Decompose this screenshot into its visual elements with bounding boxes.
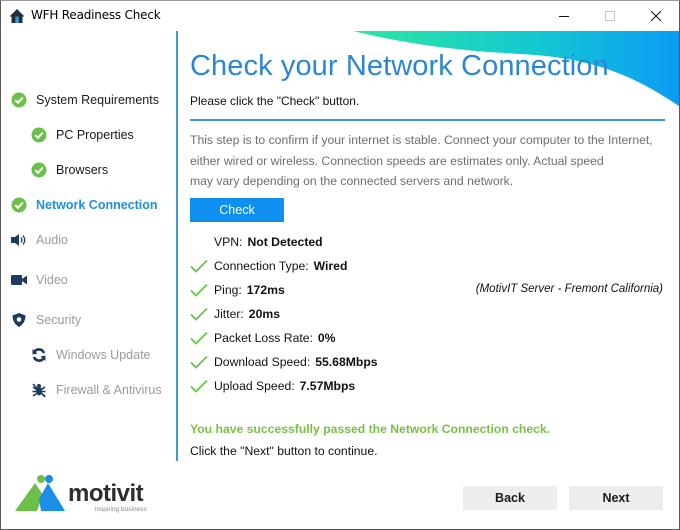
check-circle-icon xyxy=(30,161,48,179)
result-value: 172ms xyxy=(246,283,285,297)
sidebar-divider xyxy=(176,31,178,461)
sidebar-item-label: Security xyxy=(36,313,82,327)
server-location-note: (MotivIT Server - Fremont California) xyxy=(475,283,663,295)
logo-tagline: inspiring business xyxy=(95,506,147,513)
sidebar-item-label: Network Connection xyxy=(36,198,158,212)
window-title: WFH Readiness Check xyxy=(31,8,161,22)
sidebar-item-label: Firewall & Antivirus xyxy=(56,383,162,397)
checkmark-icon xyxy=(190,376,214,396)
check-circle-icon xyxy=(30,126,48,144)
result-value: 20ms xyxy=(248,307,280,321)
result-label: Packet Loss Rate: xyxy=(214,331,313,345)
description-line: This step is to confirm if your internet… xyxy=(190,133,653,147)
result-ping: Ping: 172ms xyxy=(190,280,285,300)
result-label: VPN: xyxy=(214,235,243,249)
result-value: 7.57Mbps xyxy=(299,379,356,393)
next-button[interactable]: Next xyxy=(569,486,663,510)
maximize-button[interactable] xyxy=(587,1,633,31)
sidebar-item-label: Browsers xyxy=(56,163,109,177)
speaker-icon xyxy=(10,231,28,249)
sidebar-item-label: Video xyxy=(36,273,68,287)
result-connection-type: Connection Type: Wired xyxy=(190,256,347,276)
video-camera-icon xyxy=(10,271,28,289)
check-button[interactable]: Check xyxy=(190,198,284,222)
description: This step is to confirm if your internet… xyxy=(190,130,670,192)
result-value: 55.68Mbps xyxy=(315,355,378,369)
sidebar-item-browsers[interactable]: Browsers xyxy=(30,161,108,179)
check-circle-icon xyxy=(10,91,28,109)
page-subtitle: Please click the "Check" button. xyxy=(190,94,360,108)
sidebar-item-windows-update[interactable]: Windows Update xyxy=(30,346,151,364)
result-label: Jitter: xyxy=(214,307,244,321)
success-message: You have successfully passed the Network… xyxy=(190,422,551,436)
close-icon xyxy=(650,10,662,22)
logo-brand: motivit xyxy=(68,480,144,507)
result-label: Ping: xyxy=(214,283,242,297)
motivit-logo: motivit inspiring business xyxy=(11,471,161,515)
next-hint: Click the "Next" button to continue. xyxy=(190,444,378,458)
checkmark-icon xyxy=(190,280,214,300)
result-label: Connection Type: xyxy=(214,259,309,273)
result-label: Download Speed: xyxy=(214,355,311,369)
sidebar-item-audio[interactable]: Audio xyxy=(10,231,68,249)
result-value: Not Detected xyxy=(247,235,323,249)
result-download-speed: Download Speed: 55.68Mbps xyxy=(190,352,378,372)
sidebar-item-firewall-antivirus[interactable]: Firewall & Antivirus xyxy=(30,381,162,399)
wfh-readiness-window: WFH Readiness Check System Requirements … xyxy=(0,0,680,530)
title-bar: WFH Readiness Check xyxy=(1,1,679,31)
sidebar-item-label: System Requirements xyxy=(36,93,159,107)
description-line: either wired or wireless. Connection spe… xyxy=(190,153,604,168)
description-line: may vary depending on the connected serv… xyxy=(190,174,514,188)
sidebar-item-label: Audio xyxy=(36,233,68,247)
result-vpn: VPN: Not Detected xyxy=(190,232,323,252)
result-label: Upload Speed: xyxy=(214,379,295,393)
back-button[interactable]: Back xyxy=(463,486,557,510)
sidebar-item-video[interactable]: Video xyxy=(10,271,68,289)
maximize-icon xyxy=(605,11,615,21)
minimize-icon xyxy=(559,16,569,17)
result-value: 0% xyxy=(317,331,336,345)
page-title: Check your Network Connection xyxy=(190,50,609,82)
refresh-icon xyxy=(30,346,48,364)
check-circle-icon xyxy=(10,196,28,214)
result-jitter: Jitter: 20ms xyxy=(190,304,280,324)
title-divider xyxy=(190,119,665,121)
sidebar-item-label: Windows Update xyxy=(56,348,151,362)
sidebar-item-system-requirements[interactable]: System Requirements xyxy=(10,91,159,109)
minimize-button[interactable] xyxy=(541,1,587,31)
close-button[interactable] xyxy=(633,1,679,31)
result-upload-speed: Upload Speed: 7.57Mbps xyxy=(190,376,355,396)
sidebar-item-pc-properties[interactable]: PC Properties xyxy=(30,126,134,144)
result-packet-loss: Packet Loss Rate: 0% xyxy=(190,328,336,348)
shield-icon xyxy=(10,311,28,329)
house-icon xyxy=(9,8,25,24)
sidebar-item-label: PC Properties xyxy=(56,128,134,142)
result-value: Wired xyxy=(313,259,348,273)
checkmark-icon xyxy=(190,328,214,348)
bug-icon xyxy=(30,381,48,399)
sidebar-item-network-connection[interactable]: Network Connection xyxy=(10,196,158,214)
sidebar-item-security[interactable]: Security xyxy=(10,311,81,329)
checkmark-icon xyxy=(190,256,214,276)
checkmark-icon xyxy=(190,304,214,324)
checkmark-icon xyxy=(190,352,214,372)
